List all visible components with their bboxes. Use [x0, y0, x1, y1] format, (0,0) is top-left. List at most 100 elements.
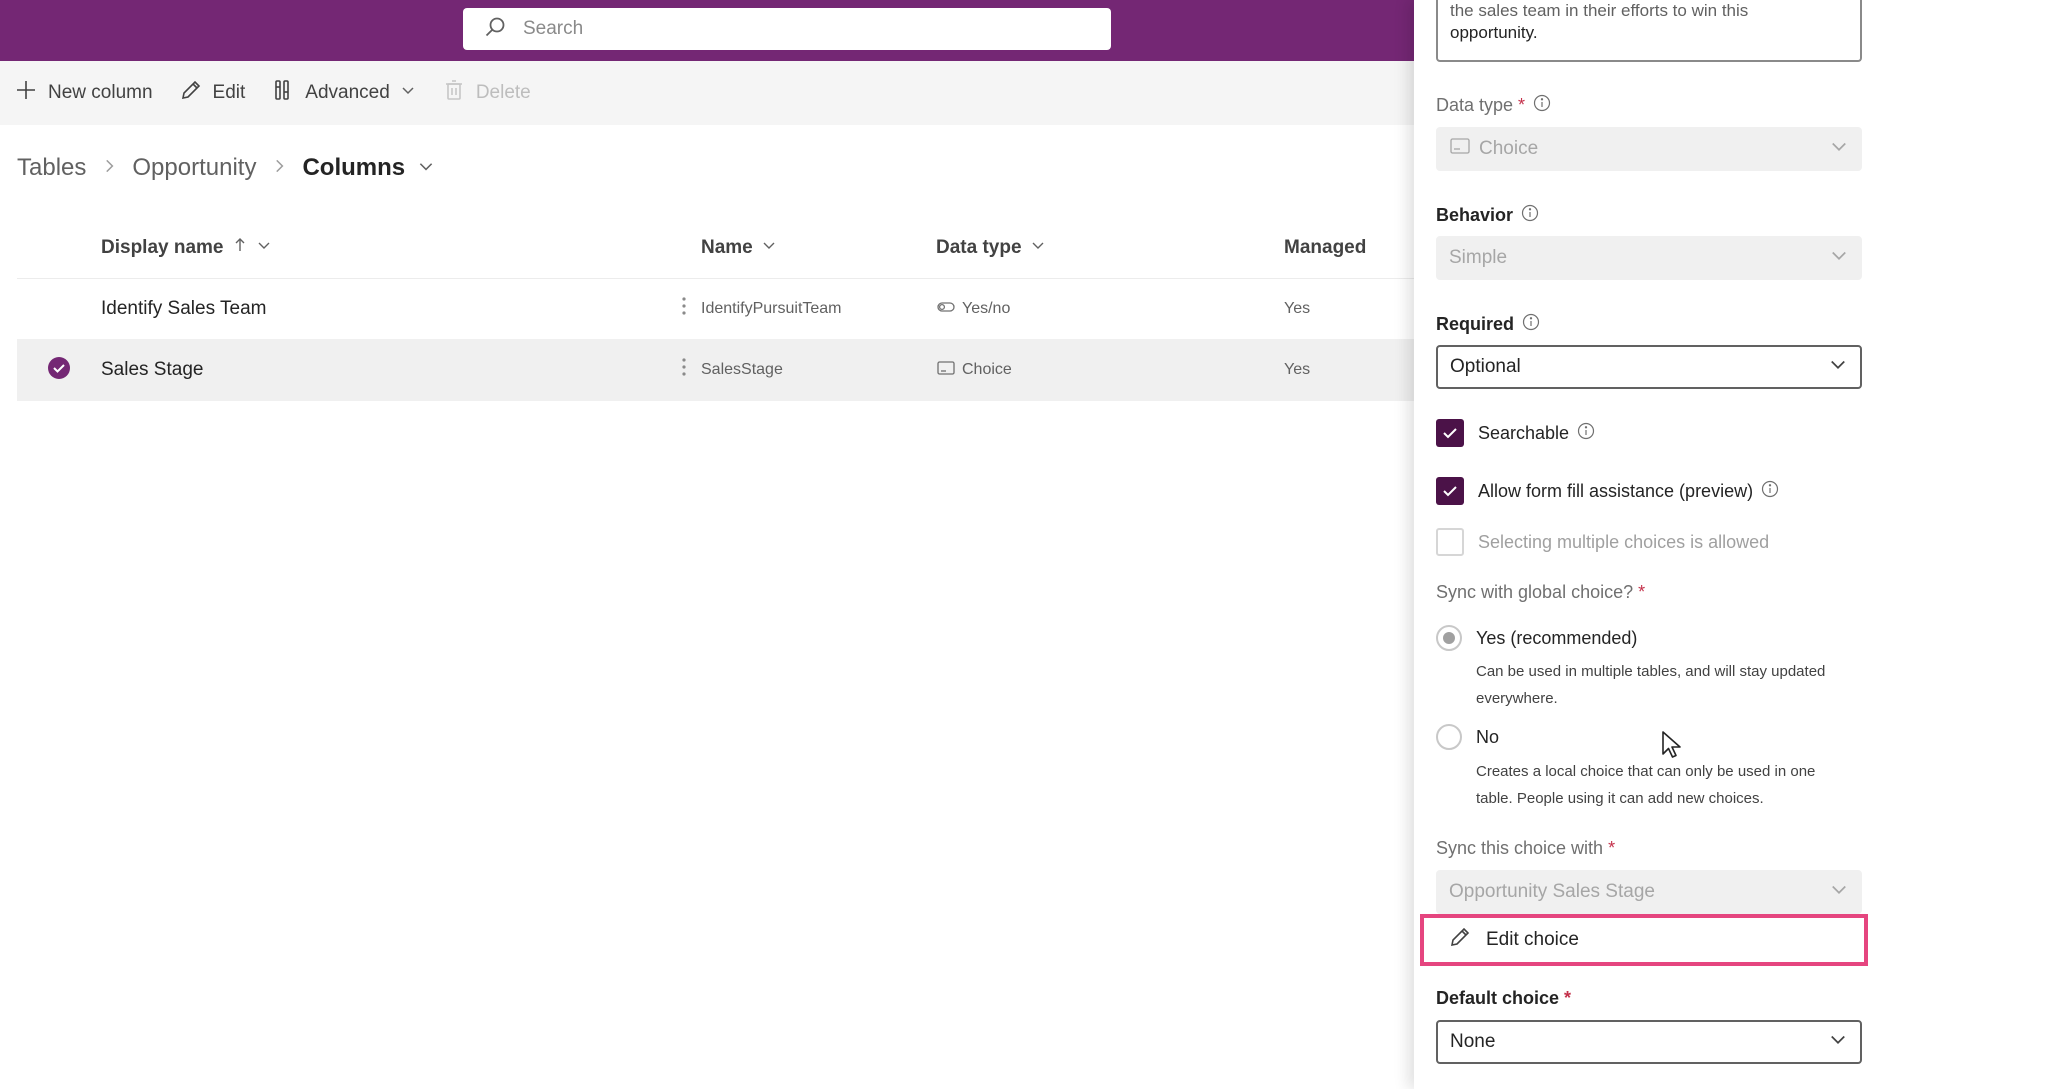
new-column-label: New column: [48, 82, 153, 103]
table-row[interactable]: Sales Stage SalesStage Choice Yes: [17, 340, 1414, 401]
header-data-type-label: Data type: [936, 237, 1022, 258]
chevron-down-icon: [1829, 136, 1849, 162]
chevron-down-icon: [1829, 245, 1849, 271]
info-icon[interactable]: [1514, 313, 1540, 336]
choice-icon: [936, 358, 962, 383]
form-fill-label: Allow form fill assistance (preview): [1478, 480, 1754, 501]
description-text-partial: the sales team in their efforts to win t…: [1450, 1, 1749, 20]
multiple-choices-checkbox[interactable]: [1436, 528, 1464, 556]
advanced-label: Advanced: [305, 82, 390, 103]
sync-no-radio[interactable]: [1436, 724, 1462, 750]
data-type-cell: Choice: [936, 358, 1284, 383]
sync-global-label: Sync with global choice?: [1436, 582, 1634, 602]
sync-no-desc-line: table. People using it can add new choic…: [1476, 790, 1764, 807]
header-name-label: Name: [701, 237, 753, 258]
form-fill-row: Allow form fill assistance (preview): [1436, 477, 1779, 505]
schema-name: IdentifyPursuitTeam: [701, 300, 842, 317]
required-select[interactable]: Optional: [1436, 345, 1862, 389]
chevron-right-icon: [86, 154, 132, 182]
description-text: opportunity.: [1450, 23, 1538, 42]
behavior-select-value: Simple: [1449, 247, 1508, 268]
info-icon[interactable]: [1569, 422, 1595, 445]
chevron-down-icon: [753, 237, 777, 259]
info-icon[interactable]: [1753, 480, 1779, 503]
behavior-select[interactable]: Simple: [1436, 236, 1862, 280]
display-name[interactable]: Identify Sales Team: [101, 298, 266, 320]
info-icon[interactable]: [1513, 204, 1539, 227]
header-managed[interactable]: Managed: [1284, 237, 1414, 259]
default-choice-label: Default choice: [1436, 988, 1560, 1008]
more-options-icon[interactable]: [681, 295, 687, 323]
header-managed-label: Managed: [1284, 237, 1367, 258]
multiple-choices-label: Selecting multiple choices is allowed: [1478, 531, 1770, 552]
data-type-select-value: Choice: [1479, 138, 1539, 159]
sync-with-label-row: Sync this choice with *: [1436, 838, 1615, 859]
breadcrumb-opportunity[interactable]: Opportunity: [132, 154, 256, 182]
data-type-value: Yes/no: [962, 300, 1011, 317]
sync-yes-radio[interactable]: [1436, 625, 1462, 651]
sort-ascending-icon: [224, 237, 248, 259]
data-type-label: Data type: [1436, 95, 1514, 115]
new-column-button[interactable]: New column: [14, 78, 153, 108]
edit-choice-label: Edit choice: [1486, 929, 1579, 950]
sync-yes-desc-line: Can be used in multiple tables, and will…: [1476, 663, 1826, 680]
edit-choice-button[interactable]: Edit choice: [1420, 914, 1868, 966]
sync-with-label: Sync this choice with: [1436, 838, 1604, 858]
default-choice-select-value: None: [1450, 1031, 1496, 1052]
default-choice-label-row: Default choice *: [1436, 988, 1571, 1009]
search-input[interactable]: [521, 17, 1085, 41]
form-fill-checkbox[interactable]: [1436, 477, 1464, 505]
required-asterisk: *: [1564, 988, 1572, 1008]
searchable-checkbox[interactable]: [1436, 419, 1464, 447]
breadcrumb-tables[interactable]: Tables: [17, 154, 86, 182]
sync-no-row: No: [1436, 724, 1499, 750]
sync-with-select[interactable]: Opportunity Sales Stage: [1436, 870, 1862, 914]
header-display-name-label: Display name: [101, 237, 224, 258]
advanced-button[interactable]: Advanced: [271, 78, 416, 108]
required-asterisk: *: [1608, 838, 1616, 858]
searchable-label: Searchable: [1478, 422, 1570, 443]
chevron-down-icon[interactable]: [405, 154, 435, 182]
info-icon[interactable]: [1525, 94, 1551, 117]
header-data-type[interactable]: Data type: [936, 237, 1284, 259]
selected-check-icon[interactable]: [47, 356, 71, 385]
multiple-choices-row: Selecting multiple choices is allowed: [1436, 528, 1769, 556]
chevron-down-icon: [248, 237, 272, 259]
table-row[interactable]: Identify Sales Team IdentifyPursuitTeam …: [17, 279, 1414, 340]
behavior-label: Behavior: [1436, 205, 1514, 225]
display-name-cell: Sales Stage: [101, 356, 701, 384]
behavior-label-row: Behavior: [1436, 204, 1539, 227]
chevron-down-icon: [1829, 879, 1849, 905]
search-box[interactable]: [463, 8, 1111, 50]
edit-button[interactable]: Edit: [179, 78, 245, 108]
edit-column-panel: the sales team in their efforts to win t…: [1414, 0, 2048, 1089]
required-asterisk: *: [1638, 582, 1646, 602]
delete-button[interactable]: Delete: [442, 78, 531, 108]
sync-yes-desc-line: everywhere.: [1476, 690, 1558, 707]
mouse-cursor-icon: [1662, 731, 1681, 758]
schema-name: SalesStage: [701, 361, 783, 378]
chevron-down-icon: [1022, 237, 1052, 259]
trash-icon: [442, 78, 476, 108]
chevron-down-icon: [1828, 354, 1848, 380]
description-field[interactable]: the sales team in their efforts to win t…: [1436, 0, 1862, 62]
header-display-name[interactable]: Display name: [101, 237, 701, 259]
chevron-down-icon: [390, 82, 416, 104]
chevron-down-icon: [1828, 1029, 1848, 1055]
managed-value: Yes: [1284, 361, 1311, 378]
header-name[interactable]: Name: [701, 237, 936, 259]
default-choice-select[interactable]: None: [1436, 1020, 1862, 1064]
plus-icon: [14, 78, 48, 108]
data-type-select[interactable]: Choice: [1436, 127, 1862, 171]
row-select-cell[interactable]: [17, 356, 101, 385]
required-label: Required: [1436, 314, 1515, 334]
pencil-icon: [179, 78, 213, 108]
sync-with-select-value: Opportunity Sales Stage: [1449, 881, 1655, 902]
sync-no-label: No: [1476, 726, 1500, 747]
display-name[interactable]: Sales Stage: [101, 359, 203, 381]
more-options-icon[interactable]: [681, 356, 687, 384]
table-header: Display name Name Data type Managed: [17, 218, 1414, 279]
breadcrumb-columns[interactable]: Columns: [302, 154, 405, 182]
sync-no-description: Creates a local choice that can only be …: [1476, 758, 1866, 812]
command-bar: New column Edit Advanced Delete: [0, 61, 1414, 125]
